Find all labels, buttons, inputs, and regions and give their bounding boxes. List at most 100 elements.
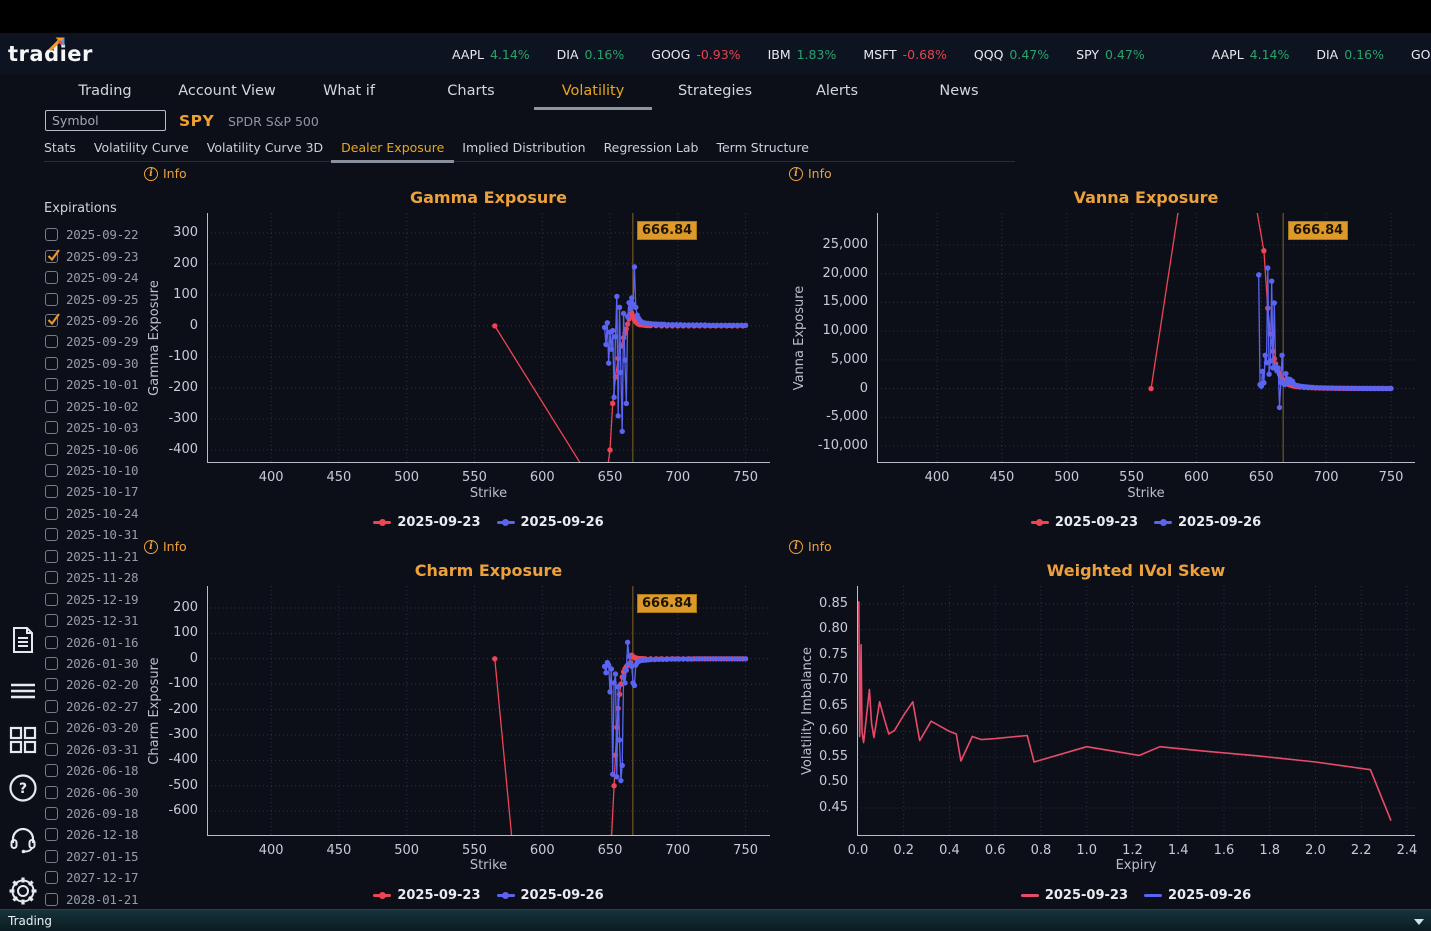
expiration-checkbox[interactable]: [45, 721, 58, 735]
expiration-row[interactable]: 2028-01-21: [45, 889, 155, 910]
info-button-charm[interactable]: i Info: [144, 539, 187, 554]
expiration-checkbox[interactable]: [45, 313, 60, 327]
ticker-change: -0.68%: [902, 46, 947, 62]
status-bar-label: Trading: [8, 913, 53, 928]
grid-apps-icon[interactable]: [8, 725, 38, 755]
expiration-checkbox[interactable]: [45, 421, 58, 435]
info-icon: i: [144, 166, 158, 181]
info-button-gamma[interactable]: i Info: [144, 166, 187, 181]
legend-marker-dot: [378, 891, 386, 899]
expiration-checkbox[interactable]: [45, 292, 58, 306]
chart-plot-charm[interactable]: [207, 586, 770, 836]
expiration-checkbox[interactable]: [45, 807, 58, 821]
expirations-title: Expirations: [44, 201, 117, 216]
y-tick-label: 0.70: [819, 672, 848, 688]
nav-item-volatility[interactable]: Volatility: [532, 75, 654, 110]
legend-item[interactable]: 2025-09-26: [1154, 515, 1261, 530]
nav-item-news[interactable]: News: [898, 75, 1020, 110]
expiration-checkbox[interactable]: [45, 442, 58, 456]
tab-volatility-curve[interactable]: Volatility Curve: [94, 137, 189, 161]
expiration-checkbox[interactable]: [45, 742, 58, 756]
legend-item[interactable]: 2025-09-26: [1144, 888, 1251, 903]
expiration-row[interactable]: 2027-01-15: [45, 846, 155, 867]
expiration-checkbox[interactable]: [45, 592, 58, 606]
tab-term-structure[interactable]: Term Structure: [716, 137, 808, 161]
expiration-checkbox[interactable]: [45, 378, 58, 392]
nav-item-what-if[interactable]: What if: [288, 75, 410, 110]
nav-item-charts[interactable]: Charts: [410, 75, 532, 110]
y-tick-label: -10,000: [817, 437, 868, 453]
expiration-checkbox[interactable]: [45, 249, 60, 263]
legend-item[interactable]: 2025-09-26: [496, 888, 604, 903]
tab-dealer-exposure[interactable]: Dealer Exposure: [331, 137, 455, 163]
expiration-checkbox[interactable]: [45, 335, 58, 349]
expiration-checkbox[interactable]: [45, 549, 58, 563]
expiration-checkbox[interactable]: [45, 228, 58, 242]
expiration-row[interactable]: 2025-10-31: [45, 524, 155, 545]
expiration-row[interactable]: 2025-11-28: [45, 567, 155, 588]
chart-plot-vanna[interactable]: [877, 213, 1415, 463]
ticker-change: -0.93%: [696, 46, 741, 62]
legend-label: 2025-09-26: [1178, 514, 1262, 530]
expiration-row[interactable]: 2025-11-21: [45, 546, 155, 567]
expiration-row[interactable]: 2026-12-18: [45, 824, 155, 845]
expiration-checkbox[interactable]: [45, 656, 58, 670]
legend-item[interactable]: 2025-09-26: [496, 515, 604, 530]
symbol-input[interactable]: [45, 110, 166, 131]
nav-item-account-view[interactable]: Account View: [166, 75, 288, 110]
nav-item-strategies[interactable]: Strategies: [654, 75, 776, 110]
tab-implied-distribution[interactable]: Implied Distribution: [462, 137, 585, 161]
chart-plot-gamma[interactable]: [207, 213, 770, 463]
expiration-checkbox[interactable]: [45, 271, 58, 285]
menu-icon[interactable]: [8, 676, 38, 706]
expiration-checkbox[interactable]: [45, 614, 58, 628]
expiration-checkbox[interactable]: [45, 764, 58, 778]
x-tick-label: 650: [597, 470, 623, 485]
support-headset-icon[interactable]: [8, 824, 38, 854]
expiration-checkbox[interactable]: [45, 464, 58, 478]
expiration-checkbox[interactable]: [45, 528, 58, 542]
info-button-skew[interactable]: i Info: [789, 539, 832, 554]
tab-regression-lab[interactable]: Regression Lab: [604, 137, 699, 161]
x-tick-label: 500: [394, 843, 420, 858]
expiration-checkbox[interactable]: [45, 785, 58, 799]
ticker-change: 0.16%: [584, 46, 625, 62]
ticker-item: SPY 0.47%: [1076, 47, 1145, 62]
settings-gear-icon[interactable]: [8, 876, 38, 906]
expiration-row[interactable]: 2025-10-10: [45, 460, 155, 481]
expiration-row[interactable]: 2027-12-17: [45, 867, 155, 888]
tab-stats[interactable]: Stats: [44, 137, 76, 161]
y-tick-label: 10,000: [822, 323, 869, 339]
legend-item[interactable]: 2025-09-23: [1020, 888, 1128, 903]
ticker-symbol: QQQ: [973, 46, 1004, 62]
legend-item[interactable]: 2025-09-23: [373, 888, 481, 903]
expiration-row[interactable]: 2025-10-17: [45, 481, 155, 502]
gamma-chart-title: Gamma Exposure: [410, 188, 567, 207]
expiration-row[interactable]: 2025-10-24: [45, 503, 155, 524]
expiration-checkbox[interactable]: [45, 399, 58, 413]
expiration-checkbox[interactable]: [45, 485, 58, 499]
info-button-vanna[interactable]: i Info: [789, 166, 832, 181]
expiration-checkbox[interactable]: [45, 356, 58, 370]
status-bar-caret-icon[interactable]: [1414, 919, 1424, 925]
expiration-checkbox[interactable]: [45, 506, 58, 520]
expiration-checkbox[interactable]: [45, 699, 58, 713]
notes-icon[interactable]: [8, 625, 38, 655]
expiration-checkbox[interactable]: [45, 635, 58, 649]
y-tick-label: -400: [168, 441, 198, 457]
tab-volatility-curve-3d[interactable]: Volatility Curve 3D: [207, 137, 323, 161]
expiration-date-label: 2027-12-17: [66, 870, 139, 886]
nav-item-trading[interactable]: Trading: [44, 75, 166, 110]
legend-item[interactable]: 2025-09-23: [373, 515, 481, 530]
expiration-checkbox[interactable]: [45, 828, 58, 842]
expiration-checkbox[interactable]: [45, 892, 58, 906]
expiration-checkbox[interactable]: [45, 849, 58, 863]
help-icon[interactable]: ?: [8, 773, 38, 803]
expiration-checkbox[interactable]: [45, 571, 58, 585]
info-icon: i: [144, 539, 158, 554]
legend-item[interactable]: 2025-09-23: [1030, 515, 1138, 530]
expiration-checkbox[interactable]: [45, 678, 58, 692]
expiration-checkbox[interactable]: [45, 871, 58, 885]
nav-item-alerts[interactable]: Alerts: [776, 75, 898, 110]
chart-plot-skew[interactable]: [857, 586, 1415, 836]
